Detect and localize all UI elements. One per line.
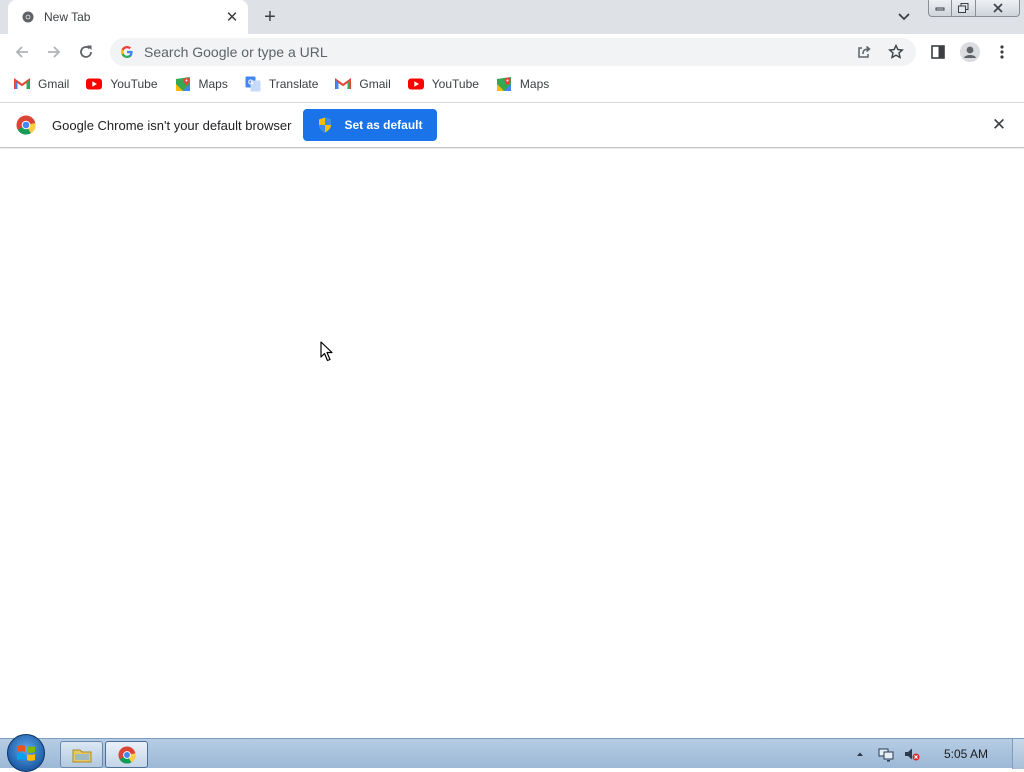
google-g-icon [120,45,134,59]
chrome-logo-icon [117,745,136,764]
reload-button[interactable] [74,40,98,64]
chrome-icon [22,11,34,23]
tab-close-button[interactable]: ✕ [222,7,242,27]
bookmark-gmail[interactable]: Gmail [14,72,69,96]
profile-button[interactable] [958,40,982,64]
bookmark-label: Maps [198,77,228,91]
bookmark-label: YouTube [431,77,479,91]
windows-taskbar: 5:05 AM [0,734,1024,772]
new-tab-button[interactable]: + [258,5,282,29]
profile-avatar-icon [960,42,980,62]
reload-icon [80,45,92,58]
forward-button[interactable] [42,40,66,64]
gmail-icon [14,76,30,92]
windows-logo-icon [17,745,35,761]
start-button[interactable] [7,734,45,772]
forward-arrow-icon [48,46,61,58]
menu-button[interactable] [990,40,1014,64]
restore-icon [958,3,969,13]
gmail-icon [335,76,352,92]
taskbar-clock[interactable]: 5:05 AM [944,747,988,761]
tab-title: New Tab [44,10,91,24]
mouse-cursor-icon [320,341,333,362]
restore-button[interactable] [952,0,976,17]
bookmark-label: Maps [519,77,550,91]
omnibox-placeholder: Search Google or type a URL [144,44,328,60]
show-desktop-button[interactable] [1012,739,1024,769]
folder-icon [72,749,91,762]
back-button[interactable] [10,40,34,64]
chevron-down-icon [898,13,910,21]
close-icon [992,3,1003,13]
page-content[interactable] [0,149,1024,737]
back-arrow-icon [15,46,28,58]
uac-shield-icon [319,117,332,133]
set-as-default-label: Set as default [344,118,423,132]
maps-icon [175,76,191,92]
bookmark-maps[interactable]: Maps [175,72,228,96]
side-panel-icon [931,45,945,59]
bookmarks-bar: Gmail YouTube Maps G Translate Gmail You… [0,70,1024,98]
minimize-button[interactable] [928,0,952,17]
bookmark-youtube[interactable]: YouTube [86,72,158,96]
window-controls [928,0,1020,18]
bookmark-label: Gmail [38,77,70,91]
bookmark-label: Translate [268,77,319,91]
translate-icon: G [245,76,261,92]
side-panel-button[interactable] [926,40,950,64]
chrome-logo-icon [16,115,36,135]
default-browser-infobar: Google Chrome isn't your default browser… [0,102,1024,148]
infobar-close-button[interactable]: ✕ [990,115,1008,134]
infobar-message: Google Chrome isn't your default browser [52,117,292,133]
youtube-icon [86,76,103,92]
minimize-icon [935,7,945,11]
bookmark-gmail[interactable]: Gmail [335,72,391,96]
omnibox[interactable]: Search Google or type a URL [110,38,916,66]
maps-icon [496,76,512,92]
network-icon[interactable] [878,746,894,762]
tab-search-button[interactable] [894,8,914,26]
volume-muted-icon[interactable] [904,746,920,762]
svg-text:G: G [248,80,254,87]
tab-strip: New Tab ✕ + [0,0,1024,34]
bookmark-label: YouTube [110,77,158,91]
bookmark-star-icon[interactable] [884,40,908,64]
share-icon[interactable] [852,40,876,64]
bookmark-label: Gmail [359,77,391,91]
taskbar-explorer-button[interactable] [60,741,103,768]
kebab-menu-icon [1000,45,1004,59]
browser-toolbar: Search Google or type a URL [0,34,1024,70]
set-as-default-button[interactable]: Set as default [303,109,438,141]
tab-new-tab[interactable]: New Tab ✕ [8,0,248,34]
system-tray: 5:05 AM [852,739,1024,769]
bookmark-youtube[interactable]: YouTube [407,72,479,96]
bookmark-translate[interactable]: G Translate [245,72,319,96]
show-hidden-icons-icon[interactable] [852,746,868,762]
taskbar-chrome-button[interactable] [105,741,148,768]
window-close-button[interactable] [976,0,1020,17]
bookmark-maps[interactable]: Maps [496,72,549,96]
youtube-icon [407,76,424,92]
